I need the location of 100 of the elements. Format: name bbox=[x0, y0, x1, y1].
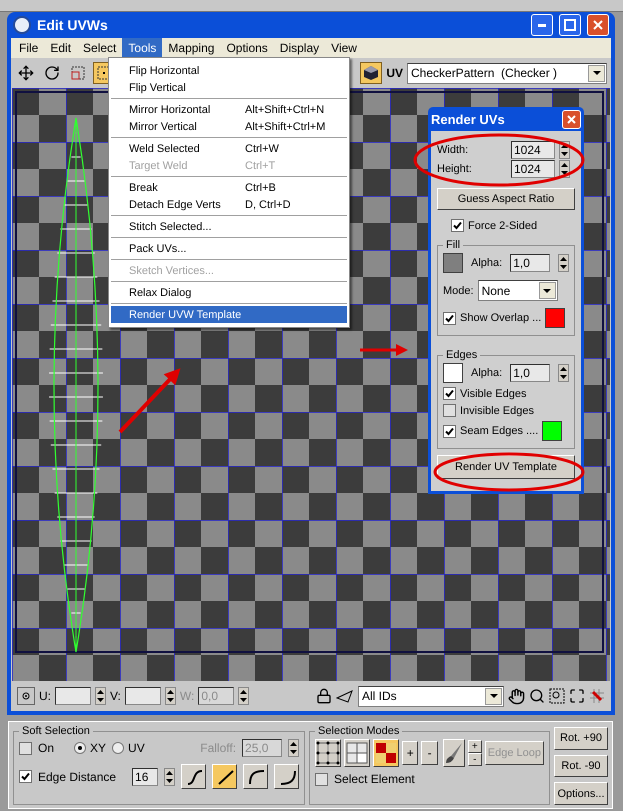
height-label: Height: bbox=[437, 163, 473, 175]
dropdown-arrow-icon bbox=[490, 694, 498, 698]
freeform-icon bbox=[97, 66, 111, 80]
filter-icon[interactable] bbox=[336, 689, 354, 703]
checkbox[interactable] bbox=[315, 772, 328, 786]
checkbox[interactable] bbox=[451, 219, 464, 232]
edge-color-swatch[interactable] bbox=[443, 363, 463, 383]
grid-snap-icon[interactable] bbox=[589, 688, 605, 704]
checkbox-label: Select Element bbox=[334, 772, 415, 786]
zoom-icon[interactable] bbox=[529, 688, 545, 704]
menu-entry[interactable]: Mirror Horizontal Alt+Shift+Ctrl+N bbox=[111, 101, 347, 118]
selection-mode-button[interactable] bbox=[315, 739, 342, 767]
shrink-button[interactable]: - bbox=[421, 741, 438, 765]
width-label: Width: bbox=[437, 144, 470, 156]
guess-aspect-ratio-button[interactable]: Guess Aspect Ratio bbox=[437, 188, 575, 210]
radio-button[interactable] bbox=[74, 742, 86, 754]
overlap-color-swatch[interactable] bbox=[545, 308, 566, 328]
checkbox-label: Force 2-Sided bbox=[468, 220, 538, 232]
menu-item[interactable]: Edit bbox=[44, 38, 78, 58]
checkbox-label: On bbox=[38, 741, 54, 755]
id-dropdown[interactable]: All IDs bbox=[358, 686, 504, 706]
height-field[interactable]: 1024 bbox=[511, 160, 555, 178]
menu-entry[interactable]: Flip Horizontal bbox=[111, 62, 347, 79]
menu-item[interactable]: Tools bbox=[122, 38, 162, 58]
selection-mode-button[interactable] bbox=[373, 739, 400, 767]
maximize-button[interactable] bbox=[559, 14, 581, 36]
grow-button[interactable]: + bbox=[402, 741, 418, 765]
spinner-buttons[interactable] bbox=[164, 768, 176, 786]
checkbox[interactable] bbox=[19, 742, 32, 754]
close-icon bbox=[567, 114, 576, 124]
u-field[interactable] bbox=[55, 687, 91, 705]
menu-entry[interactable]: Pack UVs... bbox=[111, 240, 347, 257]
menu-entry[interactable]: Stitch Selected... bbox=[111, 218, 347, 235]
falloff-curve-button[interactable] bbox=[181, 764, 206, 789]
alpha-field[interactable]: 1,0 bbox=[510, 254, 550, 272]
side-button[interactable]: Rot. -90 bbox=[554, 754, 608, 778]
checkbox[interactable] bbox=[443, 387, 456, 400]
checkbox[interactable] bbox=[19, 770, 32, 783]
zoom-extents-icon[interactable] bbox=[569, 688, 585, 704]
pan-icon[interactable] bbox=[508, 688, 525, 704]
alpha-label: Alpha: bbox=[471, 367, 502, 379]
spinner-arrows-icon bbox=[240, 689, 248, 703]
texture-dropdown[interactable]: CheckerPattern (Checker ) bbox=[407, 62, 607, 84]
side-button[interactable]: Rot. +90 bbox=[554, 727, 608, 750]
snap-button[interactable] bbox=[17, 687, 35, 705]
menu-item[interactable]: Options bbox=[220, 38, 274, 58]
menu-entry[interactable]: Render UVW Template bbox=[111, 306, 347, 323]
group-title: Selection Modes bbox=[317, 725, 400, 737]
menu-item[interactable]: Mapping bbox=[162, 38, 220, 58]
spinner-arrows-icon bbox=[290, 741, 298, 755]
edge-distance-field[interactable]: 16 bbox=[132, 768, 158, 786]
paint-select-button[interactable] bbox=[442, 739, 465, 767]
spinner-buttons[interactable] bbox=[95, 687, 106, 705]
zoom-region-icon[interactable] bbox=[549, 688, 565, 704]
checker-cube-button[interactable] bbox=[360, 62, 382, 84]
loop-grow-button[interactable]: + bbox=[468, 740, 482, 753]
menu-item[interactable]: Display bbox=[274, 38, 326, 58]
lock-icon[interactable] bbox=[316, 688, 332, 704]
w-label: W: bbox=[180, 689, 194, 703]
menu-entry[interactable]: Relax Dialog bbox=[111, 284, 347, 301]
group-title: Edges bbox=[445, 349, 478, 361]
spinner-buttons[interactable] bbox=[558, 364, 570, 382]
checkbox[interactable] bbox=[443, 404, 456, 417]
width-field[interactable]: 1024 bbox=[511, 141, 555, 159]
minimize-button[interactable] bbox=[531, 14, 553, 36]
radio-label: UV bbox=[128, 741, 145, 755]
side-button[interactable]: Options... bbox=[554, 782, 608, 806]
close-button[interactable] bbox=[587, 14, 609, 36]
close-button[interactable] bbox=[562, 110, 581, 128]
menu-entry[interactable]: Flip Vertical bbox=[111, 79, 347, 96]
mode-dropdown[interactable]: None bbox=[478, 280, 558, 301]
menu-entry[interactable]: Detach Edge Verts D, Ctrl+D bbox=[111, 196, 347, 213]
checkbox-label: Seam Edges .... bbox=[460, 425, 538, 437]
checkbox-label: Edge Distance bbox=[38, 770, 116, 784]
menu-entry[interactable]: Weld Selected Ctrl+W bbox=[111, 140, 347, 157]
selection-mode-button[interactable] bbox=[344, 739, 370, 767]
alpha-field[interactable]: 1,0 bbox=[510, 364, 550, 382]
falloff-curve-button[interactable] bbox=[243, 764, 268, 789]
v-field[interactable] bbox=[124, 687, 161, 705]
menu-entry[interactable]: Mirror Vertical Alt+Shift+Ctrl+M bbox=[111, 118, 347, 135]
menu-item[interactable]: View bbox=[325, 38, 363, 58]
menu-item[interactable]: File bbox=[13, 38, 44, 58]
seam-color-swatch[interactable] bbox=[542, 421, 562, 441]
spinner-buttons[interactable] bbox=[238, 687, 250, 705]
menu-entry[interactable]: Break Ctrl+B bbox=[111, 179, 347, 196]
loop-shrink-button[interactable]: - bbox=[468, 753, 482, 766]
arrow-annotation bbox=[118, 368, 180, 434]
spinner-buttons[interactable] bbox=[288, 739, 300, 757]
fill-color-swatch[interactable] bbox=[443, 253, 463, 273]
radio-button[interactable] bbox=[112, 742, 124, 754]
menu-item[interactable]: Select bbox=[77, 38, 122, 58]
falloff-curve-button[interactable] bbox=[274, 764, 300, 789]
target-icon bbox=[21, 691, 31, 701]
checkbox[interactable] bbox=[443, 312, 456, 324]
falloff-curve-button[interactable] bbox=[212, 764, 238, 789]
spinner-buttons[interactable] bbox=[558, 254, 570, 272]
render-uv-template-button[interactable]: Render UV Template bbox=[437, 455, 575, 479]
dialog-title: Render UVs bbox=[431, 112, 505, 126]
spinner-buttons[interactable] bbox=[164, 687, 176, 705]
checkbox[interactable] bbox=[443, 424, 456, 438]
